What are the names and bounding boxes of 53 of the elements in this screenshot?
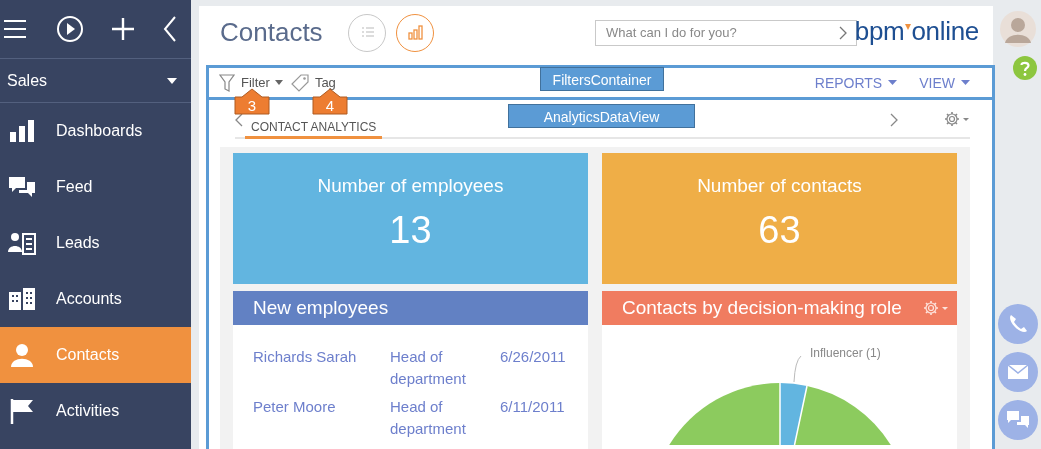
caret-icon [961,80,970,85]
metric-value: 13 [389,209,432,252]
chat-icon[interactable] [998,400,1038,440]
workspace-dropdown[interactable]: Sales [0,59,191,103]
action-dropdown[interactable]: REPORTS [814,74,898,91]
callout-badge: 3 [232,88,272,115]
sidebar-item[interactable]: Dashboards [0,103,191,159]
chart-label: Influencer (1) [810,346,881,360]
phone-icon[interactable] [998,304,1038,344]
settings-icon[interactable] [944,111,970,127]
settings-icon[interactable] [923,300,949,316]
filter-dropdown[interactable]: Filter [235,75,283,90]
page-title: Contacts [220,17,324,48]
help-icon[interactable] [1013,56,1037,80]
analytics-view-button[interactable] [396,13,434,52]
metric-value: 63 [758,209,801,252]
metric-title: Number of employees [317,175,504,197]
chevron-right-icon[interactable] [839,25,847,40]
metric-title: Number of contacts [697,175,862,197]
chevron-right-icon[interactable] [890,113,898,127]
employee-name[interactable]: Peter Moore [253,396,390,440]
buildings-icon [8,286,36,312]
mail-icon[interactable] [998,352,1038,392]
flag-icon [8,398,36,424]
dashboard-bars-icon [8,118,36,144]
contact-cards-icon [8,230,36,256]
sidebar-item[interactable]: Feed [0,159,191,215]
play-icon[interactable] [55,15,84,43]
sidebar-item[interactable]: Activities [0,383,191,439]
menu-icon[interactable] [3,19,27,39]
caret-icon [274,80,283,85]
tag-button[interactable]: Tag [308,75,336,90]
employee-name[interactable]: Richards Sarah [253,346,390,390]
job-title: Head of department [390,397,467,439]
person-icon [8,342,36,368]
widget-title: New employees [253,297,390,319]
filter-icon [219,73,235,92]
caret-icon [888,80,898,85]
search-field[interactable]: What can I do for you? [595,19,857,46]
avatar-icon[interactable] [999,10,1037,48]
action-dropdown[interactable]: VIEW [919,74,970,91]
leader-line [793,355,802,383]
job-title: Head of department [390,347,467,389]
annotation-label: FiltersContainer [540,67,664,91]
plus-icon[interactable] [112,18,135,40]
hire-date: 6/11/2011 [500,397,566,417]
annotation-label: AnalyticsDataView [508,104,695,128]
caret-icon [167,77,177,84]
sidebar-item[interactable]: Leads [0,215,191,271]
sidebar-item[interactable]: Accounts [0,271,191,327]
tag-icon [290,73,309,92]
widget-title: Contacts by decision-making role [622,297,903,319]
hire-date: 6/26/2011 [500,347,567,367]
